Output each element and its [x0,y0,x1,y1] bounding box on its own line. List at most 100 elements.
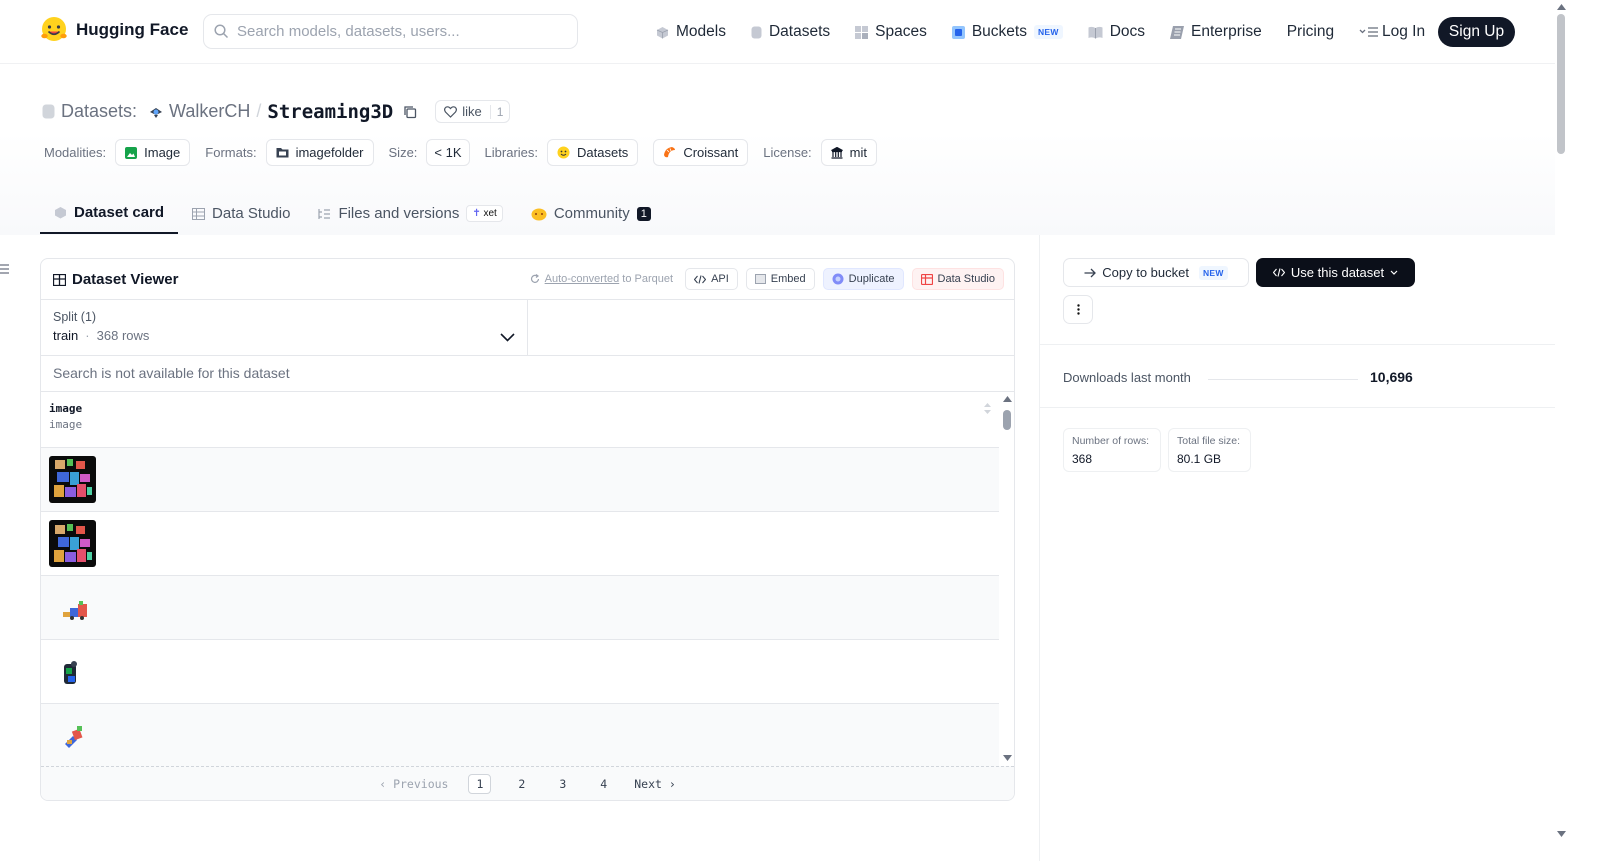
copy-to-bucket-button[interactable]: Copy to bucket NEW [1063,258,1249,287]
search-input[interactable]: Search models, datasets, users... [203,14,578,49]
arrow-right-icon [1084,268,1097,277]
prev-label: Previous [393,776,449,791]
embed-label: Embed [770,273,806,285]
community-count-badge: 1 [636,206,651,221]
row-image-thumbnail[interactable] [55,714,102,761]
split-right-empty [528,300,1014,356]
tag-image[interactable]: Image [115,139,191,166]
scroll-thumb[interactable] [1557,14,1565,154]
nav-enterprise[interactable]: Enterprise [1170,20,1262,44]
tag-imagefolder-label: imagefolder [295,145,364,160]
copy-to-bucket-label: Copy to bucket [1102,265,1189,280]
like-button[interactable]: like 1 [435,100,511,123]
tag-imagefolder[interactable]: imagefolder [265,139,374,166]
row-image-thumbnail[interactable] [55,588,102,635]
size-stat-card: Total file size: 80.1 GB [1168,428,1251,472]
use-this-dataset-label: Use this dataset [1290,265,1385,280]
brand-name: Hugging Face [76,20,189,39]
column-header-image[interactable]: image image [41,392,999,448]
more-options-button[interactable] [1063,295,1093,324]
owner-name[interactable]: WalkerCH [169,101,250,122]
divider [1040,407,1556,408]
new-badge: NEW [1033,25,1063,39]
tab-dataset-card[interactable]: Dataset card [40,193,179,234]
page-scrollbar[interactable] [1555,0,1568,845]
row-image-thumbnail[interactable] [49,520,96,567]
tab-community[interactable]: Community 1 [517,193,665,234]
table-row[interactable] [41,704,999,768]
dataset-name[interactable]: Streaming3D [267,101,393,123]
community-icon [531,208,547,220]
table-row[interactable] [41,576,999,640]
page-2[interactable]: 2 [511,775,532,793]
tag-size[interactable]: < 1K [426,139,470,166]
tab-data-studio[interactable]: Data Studio [178,193,304,234]
nav-models[interactable]: Models [656,20,726,44]
nav-pricing-label: Pricing [1286,23,1335,40]
row-image-thumbnail[interactable] [55,652,102,699]
top-nav: Hugging Face Search models, datasets, us… [0,0,1555,64]
table-row[interactable] [41,640,999,704]
datasets-prefix[interactable]: Datasets: [61,101,137,122]
tag-datasets-lib[interactable]: Datasets [547,139,639,166]
modalities-label: Modalities: [44,145,107,160]
auto-converted-link[interactable]: Auto-converted [545,273,620,285]
right-sidebar: Copy to bucket NEW Use this dataset Down… [1039,235,1556,861]
xet-badge: ✝ xet [466,205,503,222]
table-row[interactable] [41,448,999,512]
hugging-face-icon [557,146,570,159]
brand-logo[interactable]: Hugging Face [40,16,188,44]
split-selector[interactable]: Split (1) train · 368 rows [41,300,528,356]
rows-stat-card: Number of rows: 368 [1063,428,1161,472]
chevron-down-icon [500,333,515,342]
duplicate-button[interactable]: Duplicate [822,268,904,290]
nav-models-label: Models [676,23,726,40]
tag-croissant[interactable]: Croissant [653,139,749,166]
login-link[interactable]: Log In [1382,23,1425,41]
divider [1040,344,1556,345]
scroll-down-arrow-icon[interactable] [1003,755,1012,761]
nav-buckets[interactable]: Buckets NEW [951,20,1063,44]
api-button[interactable]: API [685,268,738,290]
table-row[interactable] [41,512,999,576]
database-icon [751,26,762,38]
nav-enterprise-label: Enterprise [1191,23,1262,40]
row-image-thumbnail[interactable] [49,456,96,503]
page-3[interactable]: 3 [552,775,573,793]
embed-button[interactable]: Embed [745,268,815,290]
sort-icon[interactable] [983,402,992,415]
scroll-down-arrow-icon[interactable] [1557,831,1566,837]
search-icon [214,24,229,39]
toc-toggle-icon[interactable] [0,264,9,274]
table-icon [920,273,933,285]
signup-button[interactable]: Sign Up [1438,17,1515,47]
folder-icon [276,148,289,158]
scroll-thumb[interactable] [1003,410,1011,430]
license-label: License: [763,145,812,160]
nav-docs-label: Docs [1109,23,1146,40]
nav-datasets[interactable]: Datasets [751,20,830,44]
menu-icon [1359,27,1379,37]
nav-spaces[interactable]: Spaces [855,20,927,44]
use-this-dataset-button[interactable]: Use this dataset [1256,258,1415,287]
copy-icon[interactable] [403,105,417,119]
tag-license[interactable]: mit [820,139,877,166]
nav-docs[interactable]: Docs [1088,20,1145,44]
more-menu-button[interactable] [1359,20,1379,44]
nav-pricing[interactable]: Pricing [1287,20,1334,44]
downloads-label: Downloads last month [1063,370,1191,385]
scroll-up-arrow-icon[interactable] [1557,4,1566,10]
page-1[interactable]: 1 [468,773,492,794]
prev-page-button[interactable]: ‹ Previous [379,777,448,791]
viewer-title: Dataset Viewer [53,271,178,288]
page-4[interactable]: 4 [593,775,614,793]
table-scrollbar[interactable] [999,392,1014,768]
rows-stat-value: 368 [1072,452,1093,466]
pagination: ‹ Previous 1 2 3 4 Next › [41,766,1014,800]
tab-files[interactable]: Files and versions ✝ xet [304,193,516,234]
xet-label: xet [483,208,497,219]
next-page-button[interactable]: Next › [634,777,676,791]
data-studio-button[interactable]: Data Studio [911,268,1004,290]
size-stat-label: Total file size: [1177,435,1241,447]
scroll-up-arrow-icon[interactable] [1003,396,1012,402]
